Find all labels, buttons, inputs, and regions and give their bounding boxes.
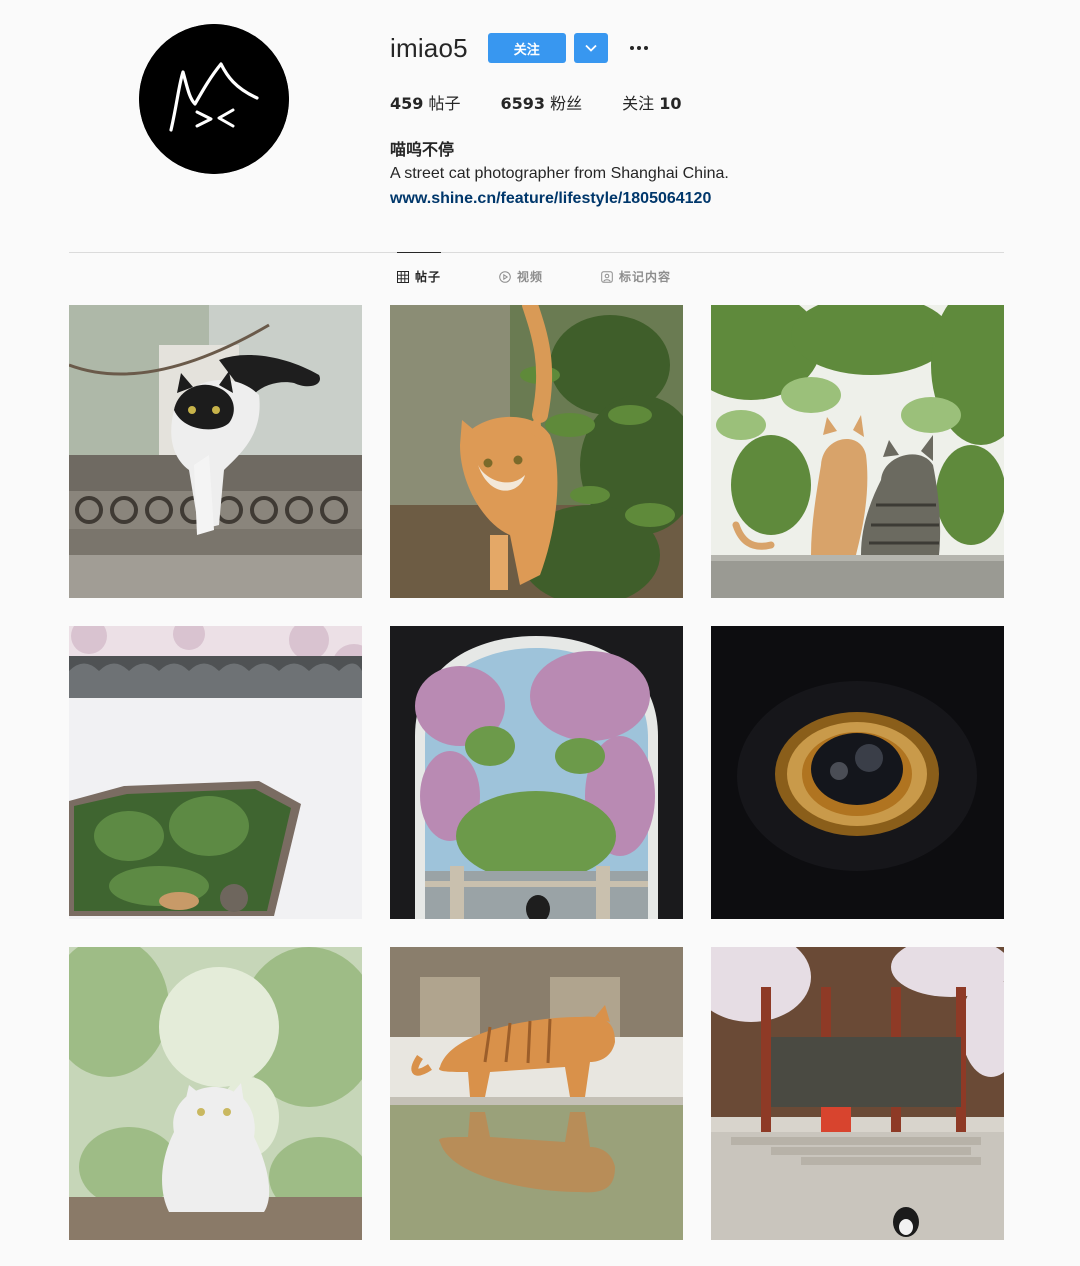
profile-avatar[interactable] xyxy=(139,24,289,174)
posts-count[interactable]: 459 帖子 xyxy=(390,90,461,114)
profile-title-row: imiao5 关注 xyxy=(390,28,1010,68)
two-cats-on-ledge-photo xyxy=(711,305,1004,598)
tag-icon xyxy=(601,270,613,283)
follow-button[interactable]: 关注 xyxy=(487,33,566,63)
play-icon xyxy=(499,270,511,283)
post-thumbnail[interactable] xyxy=(390,305,683,598)
post-thumbnail[interactable] xyxy=(69,626,362,919)
profile-website-link[interactable]: www.shine.cn/feature/lifestyle/180506412… xyxy=(390,190,711,207)
username: imiao5 xyxy=(390,32,468,63)
post-thumbnail[interactable] xyxy=(390,947,683,1240)
cat-logo-icon xyxy=(139,24,289,174)
more-dots-icon xyxy=(629,46,634,50)
profile-description: A street cat photographer from Shanghai … xyxy=(390,165,729,182)
profile-bio: 喵呜不停 A street cat photographer from Shan… xyxy=(390,138,1010,211)
profile-tabs: 帖子 视频 标记内容 xyxy=(397,268,729,285)
suggested-dropdown-button[interactable] xyxy=(573,33,608,63)
post-thumbnail[interactable] xyxy=(69,947,362,1240)
posts-grid xyxy=(69,305,1004,1240)
black-white-cat-jumping-photo xyxy=(69,305,362,598)
tabby-cat-reflection-photo xyxy=(390,947,683,1240)
post-thumbnail[interactable] xyxy=(69,305,362,598)
tab-posts[interactable]: 帖子 xyxy=(397,268,441,285)
orange-cat-walking-photo xyxy=(390,305,683,598)
cat-eye-closeup-photo xyxy=(711,626,1004,919)
white-fluffy-cat-photo xyxy=(69,947,362,1240)
profile-header: imiao5 关注 459 帖子 6593 粉丝 关注 10 喵呜不停 A st… xyxy=(390,28,1010,211)
post-thumbnail[interactable] xyxy=(711,626,1004,919)
arched-doorway-photo xyxy=(390,626,683,919)
post-thumbnail[interactable] xyxy=(711,947,1004,1240)
profile-stats: 459 帖子 6593 粉丝 关注 10 xyxy=(390,90,1010,114)
more-options-button[interactable] xyxy=(626,35,652,61)
post-thumbnail[interactable] xyxy=(711,305,1004,598)
following-count[interactable]: 关注 10 xyxy=(622,90,681,114)
tab-videos[interactable]: 视频 xyxy=(499,268,543,285)
tabs-divider xyxy=(69,252,1004,253)
profile-display-name: 喵呜不停 xyxy=(390,140,455,159)
tab-tagged[interactable]: 标记内容 xyxy=(601,268,671,285)
pavilion-courtyard-photo xyxy=(711,947,1004,1240)
active-tab-indicator xyxy=(397,252,441,253)
cats-through-window-photo xyxy=(69,626,362,919)
chevron-down-icon xyxy=(585,44,597,52)
followers-count[interactable]: 6593 粉丝 xyxy=(501,90,583,114)
grid-icon xyxy=(397,270,409,283)
post-thumbnail[interactable] xyxy=(390,626,683,919)
